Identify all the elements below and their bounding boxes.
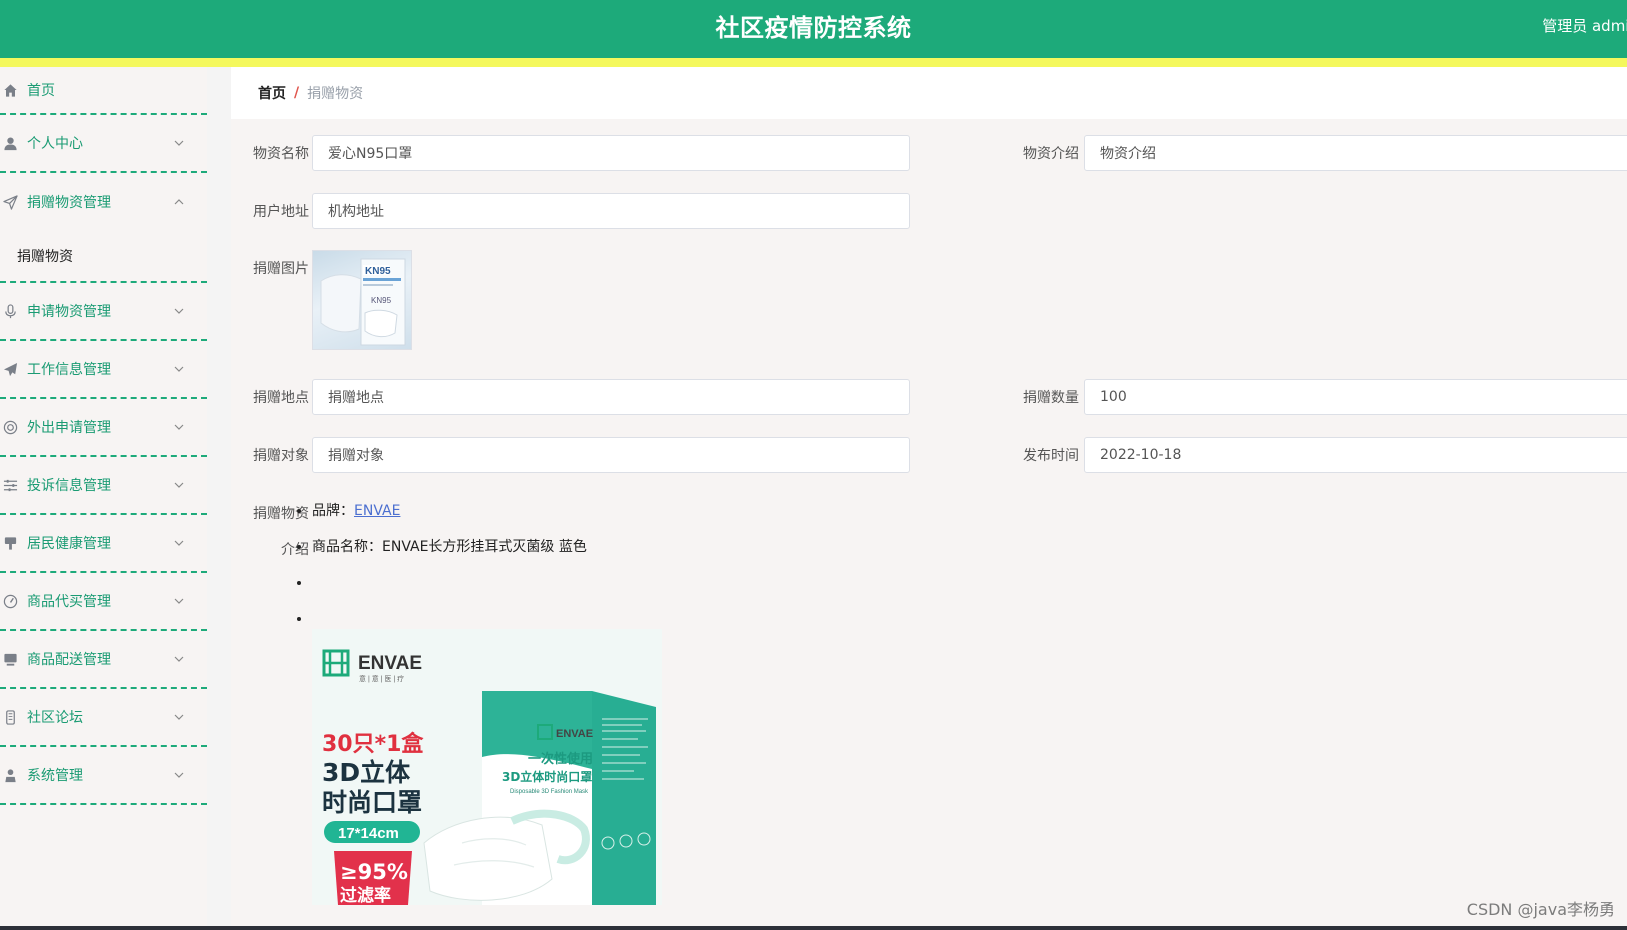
address-label: 用户地址 (253, 204, 309, 220)
description-content: 品牌：ENVAE 商品名称：ENVAE长方形挂耳式灭菌级 蓝色 (312, 501, 587, 645)
sidebar-item-health[interactable]: 居民健康管理 (0, 515, 207, 573)
intro-field[interactable]: 物资介绍 (1084, 135, 1627, 171)
box-line-1: 一次性使用 (528, 751, 593, 767)
chevron-down-icon (174, 366, 184, 372)
sidebar-item-label: 个人中心 (27, 136, 83, 152)
box-line-2: 3D立体时尚口罩 (502, 769, 592, 784)
sidebar-item-label: 居民健康管理 (27, 536, 111, 552)
donation-image[interactable]: KN95 KN95 (312, 250, 412, 350)
list-item: 商品名称：ENVAE长方形挂耳式灭菌级 蓝色 (312, 537, 587, 573)
breadcrumb: 首页 / 捐赠物资 (231, 67, 1627, 119)
time-label: 发布时间 (1023, 448, 1079, 464)
user-icon (1, 134, 19, 152)
watermark: CSDN @java李杨勇 (1466, 900, 1615, 919)
person-icon (1, 766, 19, 784)
home-icon (1, 81, 19, 99)
sidebar-item-outing-apply[interactable]: 外出申请管理 (0, 399, 207, 457)
sidebar-item-complaints[interactable]: 投诉信息管理 (0, 457, 207, 515)
chevron-down-icon (174, 540, 184, 546)
chevron-down-icon (174, 772, 184, 778)
sidebar-subitem-donations[interactable]: 捐赠物资 (0, 231, 207, 283)
sidebar-item-label: 投诉信息管理 (27, 478, 111, 494)
brush-icon (1, 534, 19, 552)
chevron-up-icon (174, 199, 184, 205)
intro-label: 物资介绍 (1023, 146, 1079, 162)
top-header: 社区疫情防控系统 管理员 admin (0, 0, 1627, 58)
sidebar-item-label: 外出申请管理 (27, 420, 111, 436)
detail-form: 物资名称 爱心N95口罩 物资介绍 物资介绍 用户地址 机构地址 捐赠图片 KN… (231, 119, 1627, 930)
sidebar-item-apply-management[interactable]: 申请物资管理 (0, 283, 207, 341)
chevron-down-icon (174, 714, 184, 720)
sidebar-item-delivery[interactable]: 商品配送管理 (0, 631, 207, 689)
time-field[interactable]: 2022-10-18 (1084, 437, 1627, 473)
headline-3d: 3D立体 (322, 758, 411, 787)
brand-link[interactable]: ENVAE (354, 503, 400, 519)
chevron-down-icon (174, 482, 184, 488)
target-field[interactable]: 捐赠对象 (312, 437, 910, 473)
sidebar-item-label: 工作信息管理 (27, 362, 111, 378)
sidebar-item-forum[interactable]: 社区论坛 (0, 689, 207, 747)
chevron-down-icon (174, 140, 184, 146)
paper-plane-icon (1, 360, 19, 378)
breadcrumb-separator: / (294, 85, 300, 101)
product-image: ENVAE 意 | 意 | 医 | 疗 30只*1盒 3D立体 时尚口罩 17*… (312, 629, 662, 905)
name-label: 物资名称 (253, 146, 309, 162)
sidebar-item-donation-management[interactable]: 捐赠物资管理 (0, 173, 207, 231)
filter-rate-label: 过滤率 (340, 885, 391, 905)
microphone-icon (1, 302, 19, 320)
thumb-box-text-2: KN95 (371, 296, 392, 305)
target-label: 捐赠对象 (253, 448, 309, 464)
monitor-icon (1, 650, 19, 668)
sidebar-item-label: 系统管理 (27, 768, 83, 784)
chevron-down-icon (174, 656, 184, 662)
sidebar-item-work-info[interactable]: 工作信息管理 (0, 341, 207, 399)
sidebar-item-label: 首页 (27, 83, 55, 99)
brand-logo-text: ENVAE (358, 653, 422, 674)
app-title: 社区疫情防控系统 (715, 14, 912, 42)
lifebuoy-icon (1, 418, 19, 436)
sidebar-item-label: 申请物资管理 (27, 304, 111, 320)
sidebar-item-home[interactable]: 首页 (0, 67, 207, 115)
brand-prefix: 品牌： (312, 503, 354, 519)
brand-sub-text: 意 | 意 | 医 | 疗 (359, 674, 404, 683)
sidebar-item-label: 商品配送管理 (27, 652, 111, 668)
breadcrumb-current: 捐赠物资 (307, 86, 364, 102)
phone-icon (1, 708, 19, 726)
main-area: 首页 / 捐赠物资 物资名称 爱心N95口罩 物资介绍 物资介绍 用户地址 机构… (207, 67, 1627, 930)
chevron-down-icon (174, 308, 184, 314)
list-item: 品牌：ENVAE (312, 501, 587, 537)
name-field[interactable]: 爱心N95口罩 (312, 135, 910, 171)
filter-rate-value: ≥95% (340, 860, 408, 884)
sidebar: 首页 个人中心 捐赠物资管理 捐赠物资 申请物资管理 工作信息管理 外出申请管理… (0, 67, 207, 930)
product-name: 商品名称：ENVAE长方形挂耳式灭菌级 蓝色 (312, 539, 587, 555)
sidebar-item-purchase-agent[interactable]: 商品代买管理 (0, 573, 207, 631)
headline-mask: 时尚口罩 (322, 788, 422, 817)
sidebar-item-system[interactable]: 系统管理 (0, 747, 207, 805)
sidebar-item-personal-center[interactable]: 个人中心 (0, 115, 207, 173)
address-field[interactable]: 机构地址 (312, 193, 910, 229)
chevron-down-icon (174, 598, 184, 604)
taskbar-edge (0, 926, 1627, 930)
place-field[interactable]: 捐赠地点 (312, 379, 910, 415)
sliders-icon (1, 476, 19, 494)
user-info[interactable]: 管理员 admin (1542, 15, 1627, 36)
thumb-box-text: KN95 (365, 266, 391, 277)
list-item (312, 573, 587, 609)
sidebar-item-label: 捐赠物资管理 (27, 195, 111, 211)
image-label: 捐赠图片 (253, 261, 309, 277)
box-brand: ENVAE (556, 728, 593, 740)
header-stripe (0, 58, 1627, 67)
gauge-icon (1, 592, 19, 610)
box-line-3: Disposable 3D Fashion Mask (510, 789, 589, 795)
headline-count: 30只*1盒 (322, 731, 424, 757)
chevron-down-icon (174, 424, 184, 430)
quantity-field[interactable]: 100 (1084, 379, 1627, 415)
sidebar-item-label: 商品代买管理 (27, 594, 111, 610)
place-label: 捐赠地点 (253, 390, 309, 406)
breadcrumb-home[interactable]: 首页 (258, 83, 286, 103)
send-icon (1, 193, 19, 211)
sidebar-item-label: 社区论坛 (27, 710, 83, 726)
size-badge: 17*14cm (338, 825, 399, 842)
quantity-label: 捐赠数量 (1023, 390, 1079, 406)
